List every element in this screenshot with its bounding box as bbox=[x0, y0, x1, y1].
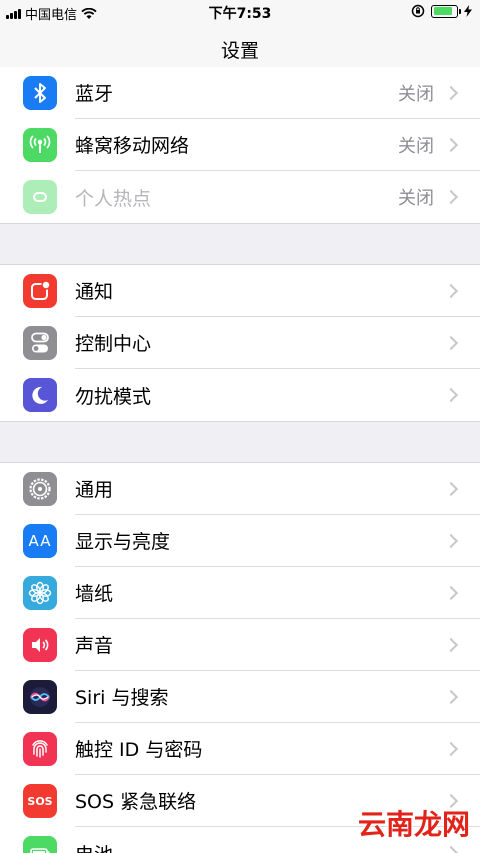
row-control-center[interactable]: 控制中心 bbox=[0, 317, 480, 369]
settings-list: 蓝牙 关闭 蜂窝移动网络 关闭 个人热点 关闭 通知 控制中心 勿扰模式 通用 … bbox=[0, 67, 480, 853]
row-do-not-disturb[interactable]: 勿扰模式 bbox=[0, 369, 480, 421]
notifications-icon bbox=[23, 274, 57, 308]
row-bluetooth[interactable]: 蓝牙 关闭 bbox=[0, 67, 480, 119]
watermark-logo: 云南龙网 bbox=[357, 808, 470, 841]
page-title: 设置 bbox=[220, 40, 259, 62]
row-cellular[interactable]: 蜂窝移动网络 关闭 bbox=[0, 119, 480, 171]
chevron-right-icon bbox=[443, 137, 459, 152]
row-content: Siri 与搜索 bbox=[75, 671, 480, 723]
chevron-right-icon bbox=[443, 481, 459, 496]
siri-icon bbox=[23, 680, 57, 714]
row-label: 触控 ID 与密码 bbox=[75, 739, 203, 761]
battery-icon bbox=[23, 836, 57, 853]
chevron-right-icon bbox=[443, 689, 459, 704]
status-time: 下午7:53 bbox=[208, 6, 272, 22]
row-label: 勿扰模式 bbox=[75, 385, 152, 408]
chevron-right-icon bbox=[443, 387, 459, 403]
row-label: 声音 bbox=[75, 635, 114, 657]
connectivity-group: 蓝牙 关闭 蜂窝移动网络 关闭 个人热点 关闭 bbox=[0, 67, 480, 224]
row-label: 蓝牙 bbox=[75, 83, 114, 105]
general-group: 通用 AA 显示与亮度 墙纸 声音 Siri 与搜索 触控 ID 与密码 SOS… bbox=[0, 462, 480, 853]
row-notifications[interactable]: 通知 bbox=[0, 265, 480, 317]
row-label: 通用 bbox=[75, 479, 114, 501]
row-content: 显示与亮度 bbox=[75, 515, 480, 567]
row-content: 控制中心 bbox=[75, 317, 480, 369]
control-center-icon bbox=[23, 326, 57, 360]
display-icon-text: AA bbox=[28, 532, 52, 550]
alerts-group: 通知 控制中心 勿扰模式 bbox=[0, 264, 480, 422]
sound-icon bbox=[23, 628, 57, 662]
row-label: 控制中心 bbox=[75, 333, 152, 355]
chevron-right-icon bbox=[443, 741, 459, 756]
chevron-right-icon bbox=[443, 85, 459, 100]
cellular-icon bbox=[23, 128, 57, 162]
chevron-right-icon bbox=[443, 585, 459, 600]
status-right bbox=[411, 4, 472, 18]
fingerprint-icon bbox=[23, 732, 57, 766]
row-value: 关闭 bbox=[398, 135, 434, 157]
row-wallpaper[interactable]: 墙纸 bbox=[0, 567, 480, 619]
row-value: 关闭 bbox=[398, 83, 434, 105]
charging-icon bbox=[464, 5, 472, 17]
chevron-right-icon bbox=[443, 637, 459, 652]
row-content: 勿扰模式 bbox=[75, 369, 480, 421]
row-display[interactable]: AA 显示与亮度 bbox=[0, 515, 480, 567]
row-content: 声音 bbox=[75, 619, 480, 671]
row-sound[interactable]: 声音 bbox=[0, 619, 480, 671]
bluetooth-icon bbox=[23, 76, 57, 110]
rotation-lock-icon bbox=[411, 4, 425, 18]
row-content: 触控 ID 与密码 bbox=[75, 723, 480, 775]
gear-icon bbox=[23, 472, 57, 506]
row-label: Siri 与搜索 bbox=[75, 687, 169, 709]
row-hotspot[interactable]: 个人热点 关闭 bbox=[0, 171, 480, 223]
battery-indicator bbox=[431, 4, 461, 18]
row-label: 显示与亮度 bbox=[75, 531, 171, 553]
chevron-right-icon bbox=[443, 845, 459, 853]
row-content: 墙纸 bbox=[75, 567, 480, 619]
display-icon: AA bbox=[23, 524, 57, 558]
wallpaper-icon bbox=[23, 576, 57, 610]
sos-icon: SOS bbox=[23, 784, 57, 818]
row-label: 蜂窝移动网络 bbox=[75, 135, 190, 157]
battery-fill bbox=[433, 7, 453, 15]
sos-icon-text: SOS bbox=[27, 794, 53, 808]
chevron-right-icon bbox=[443, 189, 459, 205]
row-content: 蜂窝移动网络 关闭 bbox=[75, 119, 480, 171]
row-label: 通知 bbox=[75, 281, 114, 303]
row-content: 通用 bbox=[75, 463, 480, 515]
row-value: 关闭 bbox=[398, 188, 434, 209]
row-content: 通知 bbox=[75, 265, 480, 317]
chevron-right-icon bbox=[443, 533, 459, 548]
row-touch-id[interactable]: 触控 ID 与密码 bbox=[0, 723, 480, 775]
chevron-right-icon bbox=[443, 283, 459, 298]
moon-icon bbox=[23, 378, 57, 412]
row-label: 墙纸 bbox=[75, 583, 114, 605]
section-gap bbox=[0, 224, 480, 264]
status-bar: 中国电信 下午7:53 bbox=[0, 0, 480, 24]
section-gap bbox=[0, 422, 480, 462]
row-content: 蓝牙 关闭 bbox=[75, 67, 480, 119]
row-label: 个人热点 bbox=[75, 187, 152, 210]
row-siri[interactable]: Siri 与搜索 bbox=[0, 671, 480, 723]
chevron-right-icon bbox=[443, 335, 459, 350]
row-content: 个人热点 关闭 bbox=[75, 171, 480, 223]
hotspot-icon bbox=[23, 180, 57, 214]
row-general[interactable]: 通用 bbox=[0, 463, 480, 515]
